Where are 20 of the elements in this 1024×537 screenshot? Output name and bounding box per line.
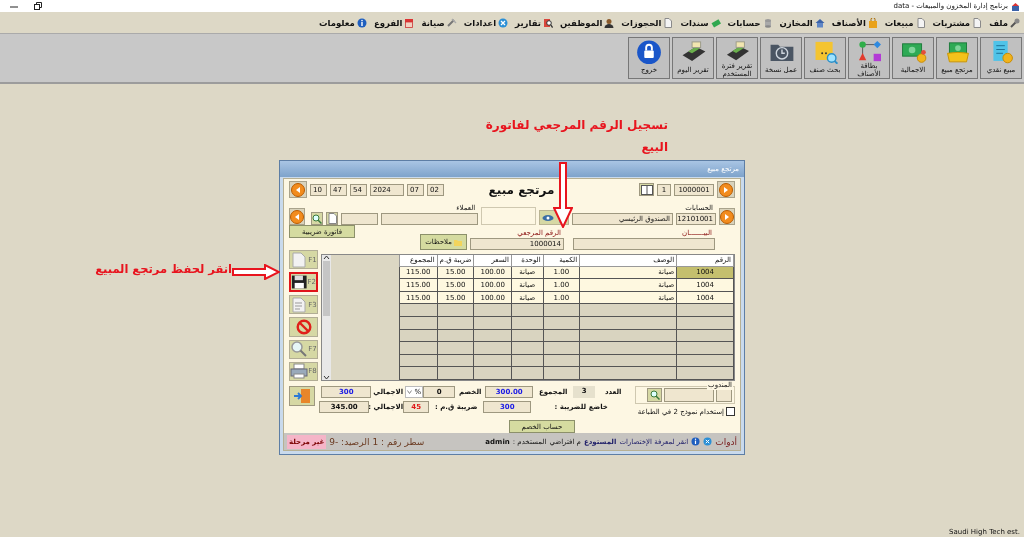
menu-item[interactable]: اعدادات [463, 17, 509, 28]
menu-item[interactable]: ملف [989, 17, 1020, 28]
annotation-text: انقر لحفظ مرتجع المبيع [94, 262, 232, 276]
menu-item[interactable]: الفروع [373, 17, 415, 28]
menu-item[interactable]: الحجوزات [621, 17, 674, 28]
form-heading: مرتجع مبيع [487, 182, 556, 197]
menu-item[interactable]: صيانة [421, 17, 457, 28]
menu-item[interactable]: حسابات [727, 17, 773, 28]
menu-item[interactable]: سندات [680, 17, 721, 28]
menu-item[interactable]: تقارير [515, 17, 553, 28]
menu-item[interactable]: الموظفين [559, 17, 615, 28]
annotation-text: تسجيل الرقم المرجعي لفاتورة البيع [484, 117, 668, 156]
menu-item[interactable]: معلومات [319, 17, 367, 28]
menu-item[interactable]: مبيعات [884, 17, 926, 28]
menu-item[interactable]: مشتريات [932, 17, 983, 28]
menu-item[interactable]: المخازن [779, 17, 825, 28]
menu-item[interactable]: الأصناف [831, 17, 878, 28]
status-text: الرصيد: -9 [329, 436, 370, 447]
status-text: سطر رقم : 1 [372, 436, 425, 447]
status-text: أدوات [715, 436, 737, 447]
